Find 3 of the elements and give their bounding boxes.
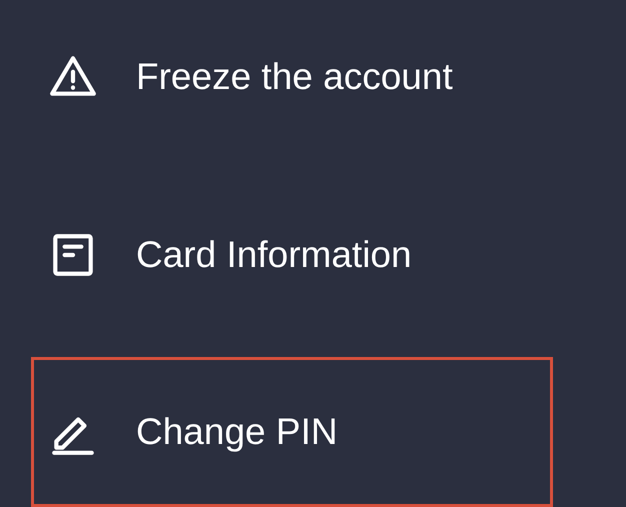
menu-item[interactable]: Card Information [31,180,553,330]
menu-item[interactable]: Change PIN [31,357,553,507]
menu-item[interactable]: Freeze the account [31,2,553,152]
